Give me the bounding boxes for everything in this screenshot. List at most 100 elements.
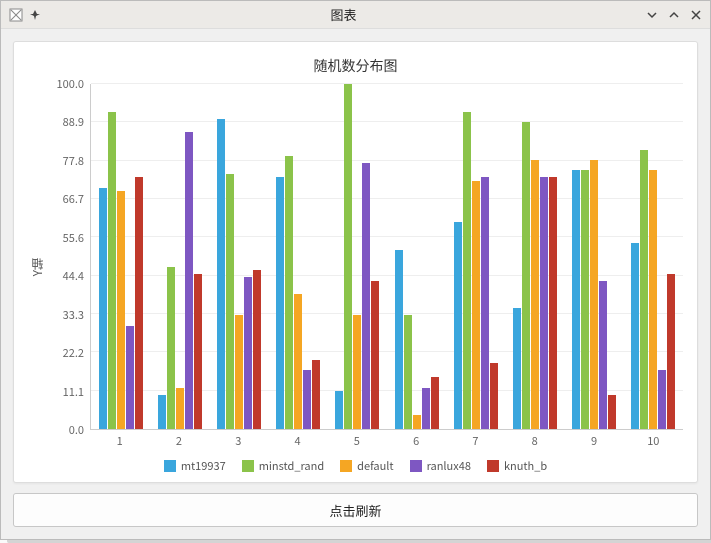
legend-item: default — [340, 458, 393, 474]
legend-swatch — [487, 460, 499, 472]
bar — [640, 150, 648, 429]
y-tick: 22.2 — [63, 345, 84, 361]
bar — [472, 181, 480, 429]
bar — [658, 370, 666, 429]
chart-card: 随机数分布图 Y轴 0.011.122.233.344.455.666.777.… — [13, 41, 698, 483]
bar — [513, 308, 521, 429]
bar — [649, 170, 657, 429]
legend-item: minstd_rand — [242, 458, 324, 474]
bar — [303, 370, 311, 429]
bar — [335, 391, 343, 429]
minimize-icon[interactable] — [646, 9, 658, 21]
y-tick: 88.9 — [63, 114, 84, 130]
plot-grid: 0.011.122.233.344.455.666.777.888.9100.0 — [46, 84, 683, 430]
legend-label: ranlux48 — [427, 458, 471, 474]
bar-group — [91, 84, 150, 429]
bar — [194, 274, 202, 429]
bar — [540, 177, 548, 429]
bar — [217, 119, 225, 430]
bar — [463, 112, 471, 429]
bar — [599, 281, 607, 429]
bar — [531, 160, 539, 429]
x-tick: 5 — [327, 430, 386, 450]
bar — [581, 170, 589, 429]
plot-and-x: 0.011.122.233.344.455.666.777.888.9100.0… — [46, 84, 683, 450]
bar — [158, 395, 166, 430]
bar — [276, 177, 284, 429]
bar — [99, 188, 107, 430]
x-tick: 9 — [564, 430, 623, 450]
legend: mt19937 minstd_rand default ranlux48 knuth_b — [28, 450, 683, 476]
chart-title: 随机数分布图 — [28, 52, 683, 84]
y-ticks: 0.011.122.233.344.455.666.777.888.9100.0 — [46, 84, 90, 430]
bar — [371, 281, 379, 429]
bar — [312, 360, 320, 429]
y-tick: 66.7 — [63, 191, 84, 207]
legend-swatch — [340, 460, 352, 472]
bar — [362, 163, 370, 429]
y-tick: 0.0 — [69, 422, 84, 438]
maximize-icon[interactable] — [668, 9, 680, 21]
close-icon[interactable] — [690, 9, 702, 21]
bar — [108, 112, 116, 429]
x-tick: 2 — [149, 430, 208, 450]
legend-swatch — [164, 460, 176, 472]
y-tick: 55.6 — [63, 230, 84, 246]
bar — [344, 84, 352, 429]
plot-area — [90, 84, 683, 430]
legend-label: mt19937 — [181, 458, 226, 474]
x-ticks: 12345678910 — [90, 430, 683, 450]
bar — [522, 122, 530, 429]
legend-item: ranlux48 — [410, 458, 471, 474]
bar — [631, 243, 639, 429]
x-tick: 7 — [446, 430, 505, 450]
window-title: 图表 — [41, 5, 646, 24]
titlebar-left — [9, 8, 41, 22]
bar — [235, 315, 243, 429]
refresh-button[interactable]: 点击刷新 — [13, 493, 698, 527]
bar — [404, 315, 412, 429]
bar-group — [446, 84, 505, 429]
bar — [413, 415, 421, 429]
plot-wrap: Y轴 0.011.122.233.344.455.666.777.888.910… — [28, 84, 683, 450]
x-tick: 6 — [386, 430, 445, 450]
y-tick: 11.1 — [63, 384, 84, 400]
bar-group — [209, 84, 268, 429]
pin-icon[interactable] — [29, 9, 41, 21]
bar — [481, 177, 489, 429]
bar-group — [150, 84, 209, 429]
bar — [117, 191, 125, 429]
x-tick: 10 — [624, 430, 683, 450]
bar — [126, 326, 134, 430]
legend-swatch — [410, 460, 422, 472]
content-area: 随机数分布图 Y轴 0.011.122.233.344.455.666.777.… — [1, 29, 710, 539]
bar — [422, 388, 430, 429]
bar — [667, 274, 675, 429]
x-tick: 4 — [268, 430, 327, 450]
bar — [294, 294, 302, 429]
bar-group — [505, 84, 564, 429]
x-tick: 1 — [90, 430, 149, 450]
bar — [431, 377, 439, 429]
bar — [395, 250, 403, 429]
bar-group — [328, 84, 387, 429]
bar — [608, 395, 616, 430]
bar — [135, 177, 143, 429]
bar — [572, 170, 580, 429]
x-tick: 3 — [209, 430, 268, 450]
bar — [490, 363, 498, 429]
bar — [285, 156, 293, 429]
legend-label: knuth_b — [504, 458, 547, 474]
legend-item: mt19937 — [164, 458, 226, 474]
legend-item: knuth_b — [487, 458, 547, 474]
legend-label: default — [357, 458, 393, 474]
y-axis-label-wrap: Y轴 — [28, 84, 46, 450]
bar — [353, 315, 361, 429]
bar — [176, 388, 184, 429]
bar — [244, 277, 252, 429]
bar-group — [624, 84, 683, 429]
titlebar: 图表 — [1, 1, 710, 29]
app-icon — [9, 8, 23, 22]
bar-group — [387, 84, 446, 429]
titlebar-right — [646, 9, 702, 21]
